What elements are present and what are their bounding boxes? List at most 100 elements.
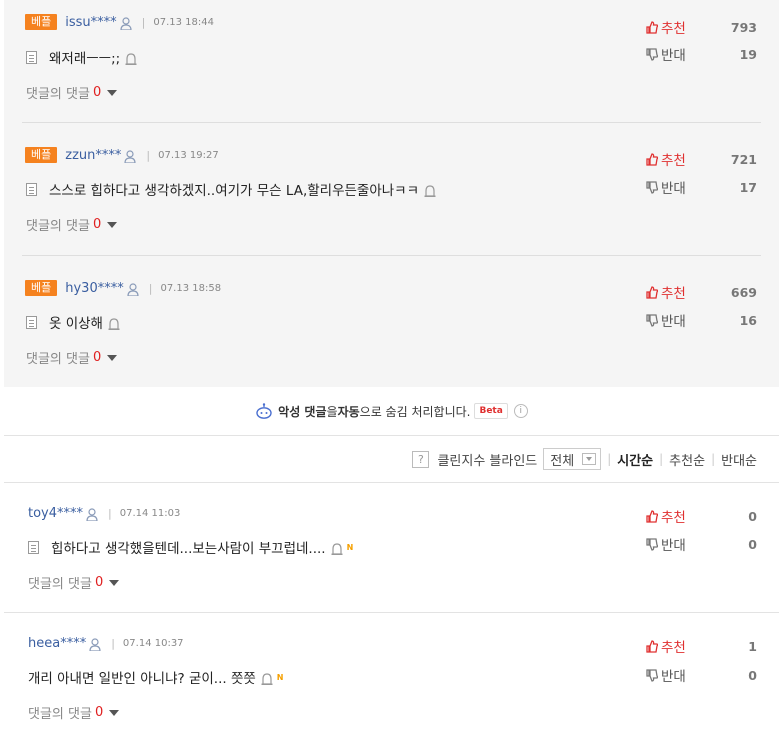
bot-icon bbox=[256, 403, 272, 419]
upvote-button[interactable]: 추천 bbox=[646, 17, 686, 37]
person-icon[interactable] bbox=[86, 507, 98, 521]
reply-count: 0 bbox=[94, 705, 104, 720]
reply-toggle[interactable]: 댓글의 댓글 0 bbox=[26, 83, 118, 102]
thumb-up-icon bbox=[646, 285, 658, 299]
downvote-button[interactable]: 반대 bbox=[646, 310, 686, 330]
comment-filter-bar: ? 클린지수 블라인드 전체 | 시간순 | 추천순 | 반대순 bbox=[412, 447, 757, 471]
user-id-link[interactable]: hy30**** bbox=[65, 281, 123, 296]
upvote-button[interactable]: 추천 bbox=[646, 506, 686, 526]
user-id-link[interactable]: issu**** bbox=[65, 15, 116, 30]
thumb-up-icon bbox=[646, 20, 658, 34]
person-icon[interactable] bbox=[89, 637, 101, 651]
sort-by-upvotes[interactable]: 추천순 bbox=[669, 450, 705, 469]
reply-count: 0 bbox=[92, 217, 102, 232]
reply-toggle[interactable]: 댓글의 댓글 0 bbox=[28, 573, 120, 592]
upvote-button[interactable]: 추천 bbox=[646, 636, 686, 656]
clean-index-blind-label: 클린지수 블라인드 bbox=[437, 453, 538, 469]
comment-text: 스스로 힙하다고 생각하겠지..여기가 무슨 LA,할리우든줄아나ㅋㅋ bbox=[26, 178, 437, 200]
downvote-count: 19 bbox=[739, 46, 757, 62]
downvote-count: 0 bbox=[748, 536, 757, 552]
siren-report-icon[interactable] bbox=[424, 185, 437, 197]
comment-body: 왜저래ㅡㅡ;; bbox=[49, 51, 121, 67]
divider bbox=[4, 435, 779, 436]
person-icon[interactable] bbox=[124, 149, 136, 163]
comment-text: 왜저래ㅡㅡ;; bbox=[26, 46, 138, 68]
reply-count: 0 bbox=[94, 575, 104, 590]
comment-time: 07.13 18:44 bbox=[153, 16, 214, 28]
comment-time: 07.13 18:58 bbox=[160, 282, 222, 294]
best-badge: 베플 bbox=[25, 280, 58, 296]
divider bbox=[22, 122, 761, 123]
thumb-down-icon bbox=[646, 313, 658, 327]
upvote-button[interactable]: 추천 bbox=[646, 149, 686, 169]
help-icon[interactable]: ? bbox=[412, 450, 430, 468]
thumb-down-icon bbox=[646, 668, 658, 682]
info-icon[interactable]: i bbox=[513, 404, 528, 418]
comment-meta: 베플 zzun**** | 07.13 19:27 bbox=[25, 145, 219, 165]
divider bbox=[22, 255, 761, 256]
best-badge: 베플 bbox=[25, 147, 58, 163]
document-icon bbox=[26, 50, 37, 64]
comment-meta: heea**** | 07.14 10:37 bbox=[28, 635, 184, 651]
upvote-count: 0 bbox=[748, 508, 757, 524]
blind-filter-select[interactable]: 전체 bbox=[543, 448, 602, 470]
auto-hide-notice: 악성 댓글 을 자동 으로 숨김 처리합니다. Beta i bbox=[0, 399, 783, 423]
thumb-up-icon bbox=[646, 152, 658, 166]
caret-down-icon bbox=[107, 89, 118, 96]
upvote-count: 793 bbox=[730, 19, 757, 35]
document-icon bbox=[26, 315, 37, 329]
comment-meta: 베플 issu**** | 07.13 18:44 bbox=[25, 12, 214, 32]
sort-by-time[interactable]: 시간순 bbox=[617, 450, 653, 469]
reply-toggle[interactable]: 댓글의 댓글 0 bbox=[26, 215, 118, 234]
comment-body: 힙하다고 생각했을텐데...보는사람이 부끄럽네.... bbox=[51, 541, 326, 557]
downvote-count: 0 bbox=[748, 667, 757, 683]
downvote-button[interactable]: 반대 bbox=[646, 177, 686, 197]
document-icon bbox=[28, 540, 39, 554]
siren-report-icon[interactable] bbox=[107, 318, 120, 330]
caret-down-icon bbox=[107, 221, 118, 228]
comment-body: 옷 이상해 bbox=[49, 316, 103, 332]
thumb-down-icon bbox=[646, 537, 658, 551]
comment-time: 07.13 19:27 bbox=[158, 149, 219, 161]
caret-down-icon bbox=[109, 709, 120, 716]
caret-down-icon bbox=[109, 579, 120, 586]
comment-time: 07.14 10:37 bbox=[122, 637, 184, 649]
downvote-button[interactable]: 반대 bbox=[646, 534, 686, 554]
comment-body: 스스로 힙하다고 생각하겠지..여기가 무슨 LA,할리우든줄아나ㅋㅋ bbox=[49, 183, 420, 199]
siren-report-icon[interactable] bbox=[260, 673, 273, 685]
downvote-count: 17 bbox=[739, 179, 757, 195]
comment-text: 옷 이상해 bbox=[26, 311, 120, 333]
siren-report-icon[interactable] bbox=[125, 53, 138, 65]
upvote-count: 721 bbox=[730, 151, 757, 167]
sort-by-downvotes[interactable]: 반대순 bbox=[721, 450, 757, 469]
comment-text: 개리 아내면 일반인 아니냐? 굳이... 쯧쯧 N bbox=[28, 666, 284, 688]
user-id-link[interactable]: zzun**** bbox=[65, 148, 121, 163]
person-icon[interactable] bbox=[120, 16, 132, 30]
downvote-button[interactable]: 반대 bbox=[646, 665, 686, 685]
reply-count: 0 bbox=[92, 350, 102, 365]
chevron-down-icon bbox=[582, 453, 597, 465]
reply-toggle[interactable]: 댓글의 댓글 0 bbox=[26, 348, 118, 367]
divider bbox=[4, 482, 779, 483]
siren-report-icon[interactable] bbox=[330, 543, 343, 555]
user-id-link[interactable]: heea**** bbox=[28, 636, 86, 651]
person-icon[interactable] bbox=[127, 282, 139, 296]
new-badge: N bbox=[276, 672, 284, 682]
upvote-button[interactable]: 추천 bbox=[646, 282, 686, 302]
comment-meta: 베플 hy30**** | 07.13 18:58 bbox=[25, 278, 221, 298]
user-id-link[interactable]: toy4**** bbox=[28, 506, 83, 521]
comment-meta: toy4**** | 07.14 11:03 bbox=[28, 505, 181, 521]
comment-time: 07.14 11:03 bbox=[119, 507, 181, 519]
divider bbox=[4, 612, 779, 613]
upvote-count: 1 bbox=[748, 638, 757, 654]
reply-count: 0 bbox=[92, 85, 102, 100]
reply-toggle[interactable]: 댓글의 댓글 0 bbox=[28, 703, 120, 722]
new-badge: N bbox=[346, 542, 354, 552]
downvote-button[interactable]: 반대 bbox=[646, 44, 686, 64]
caret-down-icon bbox=[107, 354, 118, 361]
beta-badge: Beta bbox=[474, 403, 508, 419]
comment-text: 힙하다고 생각했을텐데...보는사람이 부끄럽네.... N bbox=[28, 536, 353, 558]
comment-body: 개리 아내면 일반인 아니냐? 굳이... 쯧쯧 bbox=[28, 671, 256, 687]
downvote-count: 16 bbox=[739, 312, 757, 328]
document-icon bbox=[26, 182, 37, 196]
